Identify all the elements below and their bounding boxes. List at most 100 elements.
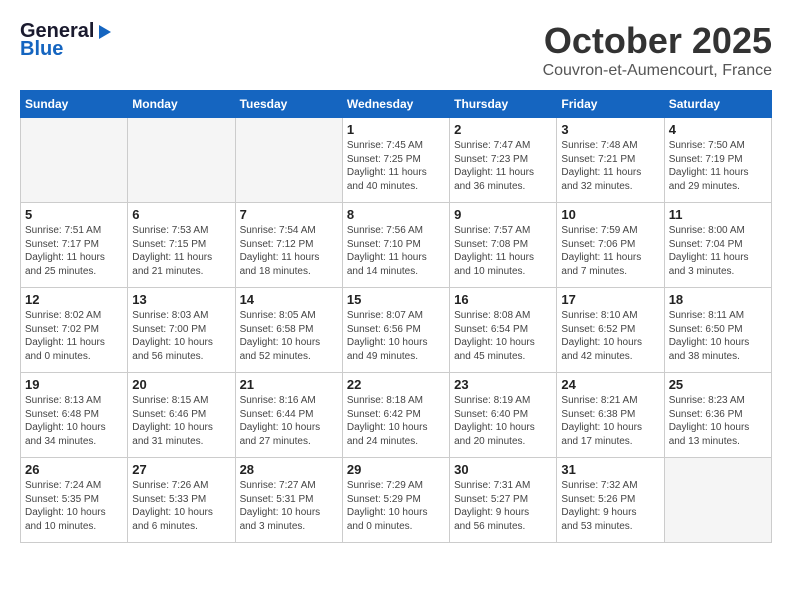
day-number: 15 bbox=[347, 292, 445, 307]
day-info: Sunrise: 7:29 AM Sunset: 5:29 PM Dayligh… bbox=[347, 479, 445, 533]
calendar-cell: 23 Sunrise: 8:19 AM Sunset: 6:40 PM Dayli… bbox=[450, 373, 557, 458]
day-number: 10 bbox=[561, 207, 659, 222]
day-info: Sunrise: 7:51 AM Sunset: 7:17 PM Dayligh… bbox=[25, 224, 123, 278]
calendar-cell: 26Sunrise: 7:24 AM Sunset: 5:35 PM Dayli… bbox=[21, 458, 128, 543]
day-number: 5 bbox=[25, 207, 123, 222]
day-info: Sunrise: 8:21 AM Sunset: 6:38 PM Dayligh… bbox=[561, 394, 659, 448]
day-info: Sunrise: 8:07 AM Sunset: 6:56 PM Dayligh… bbox=[347, 309, 445, 363]
weekday-header-tuesday: Tuesday bbox=[235, 91, 342, 118]
calendar-cell: 14 Sunrise: 8:05 AM Sunset: 6:58 PM Dayli… bbox=[235, 288, 342, 373]
day-number: 14 bbox=[240, 292, 338, 307]
day-number: 26 bbox=[25, 462, 123, 477]
day-info: Sunrise: 7:50 AM Sunset: 7:19 PM Dayligh… bbox=[669, 139, 767, 193]
calendar-cell: 17Sunrise: 8:10 AM Sunset: 6:52 PM Dayli… bbox=[557, 288, 664, 373]
day-info: Sunrise: 8:08 AM Sunset: 6:54 PM Dayligh… bbox=[454, 309, 552, 363]
calendar-cell: 11 Sunrise: 8:00 AM Sunset: 7:04 PM Dayli… bbox=[664, 203, 771, 288]
day-info: Sunrise: 8:00 AM Sunset: 7:04 PM Dayligh… bbox=[669, 224, 767, 278]
day-number: 4 bbox=[669, 122, 767, 137]
day-info: Sunrise: 7:45 AM Sunset: 7:25 PM Dayligh… bbox=[347, 139, 445, 193]
day-number: 18 bbox=[669, 292, 767, 307]
day-info: Sunrise: 8:18 AM Sunset: 6:42 PM Dayligh… bbox=[347, 394, 445, 448]
day-number: 13 bbox=[132, 292, 230, 307]
calendar-cell: 29 Sunrise: 7:29 AM Sunset: 5:29 PM Dayli… bbox=[342, 458, 449, 543]
calendar-cell: 6 Sunrise: 7:53 AM Sunset: 7:15 PM Daylig… bbox=[128, 203, 235, 288]
day-number: 25 bbox=[669, 377, 767, 392]
day-number: 16 bbox=[454, 292, 552, 307]
calendar-cell: 22Sunrise: 8:18 AM Sunset: 6:42 PM Dayli… bbox=[342, 373, 449, 458]
calendar-cell bbox=[235, 118, 342, 203]
weekday-header-sunday: Sunday bbox=[21, 91, 128, 118]
calendar-cell: 28 Sunrise: 7:27 AM Sunset: 5:31 PM Dayli… bbox=[235, 458, 342, 543]
weekday-header-thursday: Thursday bbox=[450, 91, 557, 118]
day-number: 6 bbox=[132, 207, 230, 222]
day-info: Sunrise: 7:57 AM Sunset: 7:08 PM Dayligh… bbox=[454, 224, 552, 278]
day-number: 19 bbox=[25, 377, 123, 392]
calendar-header-row: SundayMondayTuesdayWednesdayThursdayFrid… bbox=[21, 91, 772, 118]
calendar-cell: 24Sunrise: 8:21 AM Sunset: 6:38 PM Dayli… bbox=[557, 373, 664, 458]
day-info: Sunrise: 8:03 AM Sunset: 7:00 PM Dayligh… bbox=[132, 309, 230, 363]
weekday-header-saturday: Saturday bbox=[664, 91, 771, 118]
day-number: 1 bbox=[347, 122, 445, 137]
calendar-cell: 20 Sunrise: 8:15 AM Sunset: 6:46 PM Dayli… bbox=[128, 373, 235, 458]
day-info: Sunrise: 8:05 AM Sunset: 6:58 PM Dayligh… bbox=[240, 309, 338, 363]
calendar-cell: 30 Sunrise: 7:31 AM Sunset: 5:27 PM Dayli… bbox=[450, 458, 557, 543]
day-number: 23 bbox=[454, 377, 552, 392]
calendar-cell: 27 Sunrise: 7:26 AM Sunset: 5:33 PM Dayli… bbox=[128, 458, 235, 543]
day-info: Sunrise: 7:53 AM Sunset: 7:15 PM Dayligh… bbox=[132, 224, 230, 278]
day-info: Sunrise: 8:23 AM Sunset: 6:36 PM Dayligh… bbox=[669, 394, 767, 448]
logo-text: General Blue bbox=[20, 20, 113, 60]
day-number: 11 bbox=[669, 207, 767, 222]
calendar-week-5: 26Sunrise: 7:24 AM Sunset: 5:35 PM Dayli… bbox=[21, 458, 772, 543]
page-header: General Blue October 2025 Couvron-et-Aum… bbox=[20, 20, 772, 80]
calendar-cell bbox=[128, 118, 235, 203]
day-info: Sunrise: 8:13 AM Sunset: 6:48 PM Dayligh… bbox=[25, 394, 123, 448]
calendar-cell: 18 Sunrise: 8:11 AM Sunset: 6:50 PM Dayli… bbox=[664, 288, 771, 373]
month-title: October 2025 bbox=[543, 20, 772, 62]
day-info: Sunrise: 7:32 AM Sunset: 5:26 PM Dayligh… bbox=[561, 479, 659, 533]
calendar-cell: 3 Sunrise: 7:48 AM Sunset: 7:21 PM Daylig… bbox=[557, 118, 664, 203]
day-number: 12 bbox=[25, 292, 123, 307]
day-info: Sunrise: 7:27 AM Sunset: 5:31 PM Dayligh… bbox=[240, 479, 338, 533]
day-number: 9 bbox=[454, 207, 552, 222]
day-info: Sunrise: 8:11 AM Sunset: 6:50 PM Dayligh… bbox=[669, 309, 767, 363]
calendar-cell: 10Sunrise: 7:59 AM Sunset: 7:06 PM Dayli… bbox=[557, 203, 664, 288]
day-number: 20 bbox=[132, 377, 230, 392]
calendar-cell: 12 Sunrise: 8:02 AM Sunset: 7:02 PM Dayli… bbox=[21, 288, 128, 373]
calendar-cell: 1 Sunrise: 7:45 AM Sunset: 7:25 PM Daylig… bbox=[342, 118, 449, 203]
day-info: Sunrise: 7:47 AM Sunset: 7:23 PM Dayligh… bbox=[454, 139, 552, 193]
calendar-cell: 9 Sunrise: 7:57 AM Sunset: 7:08 PM Daylig… bbox=[450, 203, 557, 288]
calendar-cell: 21Sunrise: 8:16 AM Sunset: 6:44 PM Dayli… bbox=[235, 373, 342, 458]
calendar-cell: 7Sunrise: 7:54 AM Sunset: 7:12 PM Daylig… bbox=[235, 203, 342, 288]
day-number: 8 bbox=[347, 207, 445, 222]
day-info: Sunrise: 8:02 AM Sunset: 7:02 PM Dayligh… bbox=[25, 309, 123, 363]
location: Couvron-et-Aumencourt, France bbox=[543, 62, 772, 80]
day-number: 31 bbox=[561, 462, 659, 477]
calendar-cell: 2 Sunrise: 7:47 AM Sunset: 7:23 PM Daylig… bbox=[450, 118, 557, 203]
calendar-table: SundayMondayTuesdayWednesdayThursdayFrid… bbox=[20, 90, 772, 543]
day-number: 29 bbox=[347, 462, 445, 477]
day-info: Sunrise: 7:26 AM Sunset: 5:33 PM Dayligh… bbox=[132, 479, 230, 533]
day-info: Sunrise: 8:10 AM Sunset: 6:52 PM Dayligh… bbox=[561, 309, 659, 363]
day-info: Sunrise: 8:19 AM Sunset: 6:40 PM Dayligh… bbox=[454, 394, 552, 448]
day-info: Sunrise: 7:48 AM Sunset: 7:21 PM Dayligh… bbox=[561, 139, 659, 193]
weekday-header-wednesday: Wednesday bbox=[342, 91, 449, 118]
day-number: 27 bbox=[132, 462, 230, 477]
logo: General Blue bbox=[20, 20, 113, 60]
day-info: Sunrise: 7:31 AM Sunset: 5:27 PM Dayligh… bbox=[454, 479, 552, 533]
day-number: 3 bbox=[561, 122, 659, 137]
calendar-cell: 16 Sunrise: 8:08 AM Sunset: 6:54 PM Dayli… bbox=[450, 288, 557, 373]
day-number: 30 bbox=[454, 462, 552, 477]
calendar-cell: 25 Sunrise: 8:23 AM Sunset: 6:36 PM Dayli… bbox=[664, 373, 771, 458]
day-info: Sunrise: 8:16 AM Sunset: 6:44 PM Dayligh… bbox=[240, 394, 338, 448]
calendar-cell: 19 Sunrise: 8:13 AM Sunset: 6:48 PM Dayli… bbox=[21, 373, 128, 458]
calendar-week-4: 19 Sunrise: 8:13 AM Sunset: 6:48 PM Dayli… bbox=[21, 373, 772, 458]
day-info: Sunrise: 8:15 AM Sunset: 6:46 PM Dayligh… bbox=[132, 394, 230, 448]
calendar-week-3: 12 Sunrise: 8:02 AM Sunset: 7:02 PM Dayli… bbox=[21, 288, 772, 373]
logo-arrow-icon bbox=[95, 23, 113, 41]
day-number: 2 bbox=[454, 122, 552, 137]
weekday-header-monday: Monday bbox=[128, 91, 235, 118]
day-number: 28 bbox=[240, 462, 338, 477]
title-area: October 2025 Couvron-et-Aumencourt, Fran… bbox=[543, 20, 772, 80]
calendar-cell: 8Sunrise: 7:56 AM Sunset: 7:10 PM Daylig… bbox=[342, 203, 449, 288]
calendar-cell bbox=[21, 118, 128, 203]
